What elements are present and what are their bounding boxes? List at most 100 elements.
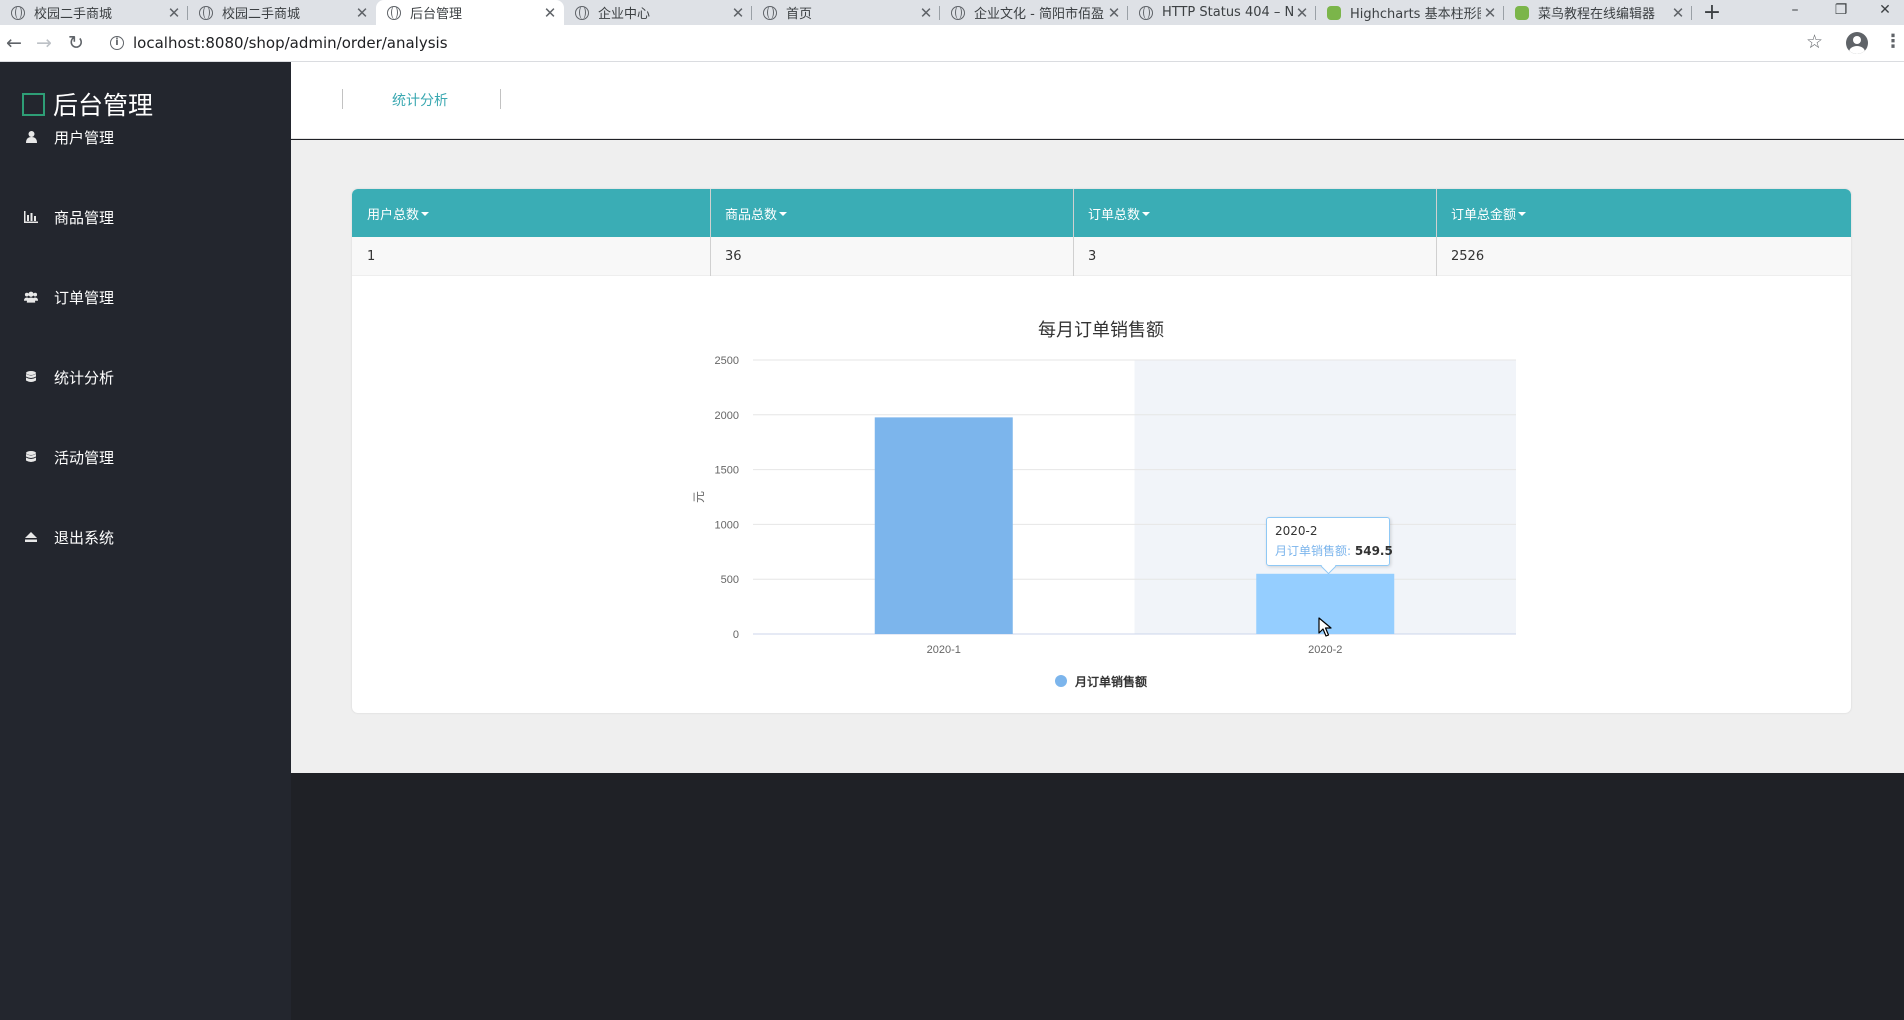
close-icon[interactable]: ✕	[729, 4, 747, 22]
browser-tab[interactable]: 企业中心 ✕	[564, 0, 752, 25]
column-header-label: 用户总数	[367, 207, 420, 223]
browser-tab[interactable]: HTTP Status 404 – No ✕	[1128, 0, 1316, 25]
sidebar-item-users[interactable]: 用户管理	[0, 117, 291, 157]
close-icon[interactable]: ✕	[1293, 4, 1311, 22]
tooltip-series: 月订单销售额	[1275, 544, 1348, 558]
close-icon[interactable]: ✕	[165, 4, 183, 22]
close-icon[interactable]: ✕	[353, 4, 371, 22]
browser-tab[interactable]: 企业文化 - 简阳市佰盈 ✕	[940, 0, 1128, 25]
url-field[interactable]: localhost:8080/shop/admin/order/analysis	[133, 34, 448, 52]
divider	[500, 89, 501, 109]
close-icon[interactable]: ✕	[1669, 4, 1687, 22]
browser-tab[interactable]: 首页 ✕	[752, 0, 940, 25]
globe-icon	[387, 5, 401, 20]
stat-order-count: 3	[1088, 248, 1097, 264]
column-header[interactable]: 用户总数	[352, 189, 710, 237]
close-icon[interactable]: ✕	[1481, 4, 1499, 22]
caret-down-icon	[421, 212, 430, 216]
globe-icon	[199, 5, 213, 20]
globe-icon	[575, 5, 589, 20]
stat-user-count: 1	[367, 248, 376, 264]
caret-down-icon	[779, 212, 788, 216]
tab-title: 校园二手商城	[222, 7, 301, 22]
minimize-icon[interactable]: –	[1772, 0, 1818, 25]
column-divider	[1436, 189, 1437, 276]
bookmark-star-icon[interactable]: ☆	[1806, 31, 1823, 53]
tab-title: Highcharts 基本柱形图	[1350, 7, 1481, 22]
globe-icon	[11, 5, 25, 20]
address-bar: ← → ↻ i localhost:8080/shop/admin/order/…	[0, 25, 1904, 62]
browser-menu-icon[interactable]: ⋮	[1884, 31, 1902, 52]
stat-product-count: 36	[725, 248, 742, 264]
runoob-icon	[1515, 5, 1529, 20]
sidebar-item-label: 统计分析	[54, 368, 115, 387]
chart-tooltip: 2020-2 月订单销售额: 549.5	[1266, 517, 1393, 566]
close-icon[interactable]: ✕	[917, 4, 935, 22]
column-divider	[710, 189, 711, 276]
tab-statistics[interactable]: 统计分析	[392, 90, 448, 110]
caret-down-icon	[1518, 212, 1527, 216]
browser-tab[interactable]: 校园二手商城 ✕	[188, 0, 376, 25]
tooltip-category: 2020-2	[1275, 524, 1318, 538]
column-header[interactable]: 订单总金额	[1436, 189, 1851, 237]
eject-icon	[24, 530, 38, 544]
close-icon[interactable]: ✕	[541, 4, 559, 22]
sidebar-item-label: 用户管理	[54, 128, 115, 147]
top-bar: 统计分析	[291, 62, 1904, 139]
sidebar-item-label: 订单管理	[54, 288, 115, 307]
statistics-card: 用户总数 商品总数 订单总数 订单总金额 1 36 3 2526	[352, 189, 1851, 713]
sidebar: 后台管理 用户管理 商品管理 订单管理 统计分析 活动管理 退出系统	[0, 62, 291, 1020]
column-header-label: 商品总数	[725, 207, 778, 223]
bar-chart-icon	[24, 210, 38, 224]
tab-title: HTTP Status 404 – No	[1162, 5, 1293, 20]
tab-title: 校园二手商城	[34, 7, 113, 22]
globe-icon	[1139, 5, 1153, 20]
close-icon[interactable]: ✕	[1105, 4, 1123, 22]
globe-icon	[763, 5, 777, 20]
sidebar-item-activities[interactable]: 活动管理	[0, 437, 291, 477]
tab-divider	[1691, 6, 1692, 20]
info-icon[interactable]: i	[110, 36, 124, 50]
browser-tab-active[interactable]: 后台管理 ✕	[376, 0, 564, 25]
browser-tab-strip: 校园二手商城 ✕ 校园二手商城 ✕ 后台管理 ✕ 企业中心 ✕ 首页 ✕ 企业文…	[0, 0, 1904, 25]
sidebar-item-label: 商品管理	[54, 208, 115, 227]
tab-title: 企业文化 - 简阳市佰盈	[974, 7, 1104, 22]
sidebar-item-products[interactable]: 商品管理	[0, 197, 291, 237]
caret-down-icon	[1142, 212, 1151, 216]
browser-tab[interactable]: 菜鸟教程在线编辑器 ✕	[1504, 0, 1692, 25]
column-header[interactable]: 商品总数	[710, 189, 1073, 237]
divider	[342, 89, 343, 109]
restore-icon[interactable]: ❐	[1818, 0, 1864, 25]
tab-title: 企业中心	[598, 7, 651, 22]
column-header[interactable]: 订单总数	[1073, 189, 1436, 237]
sidebar-item-label: 活动管理	[54, 448, 115, 467]
users-icon	[24, 290, 38, 304]
sidebar-item-logout[interactable]: 退出系统	[0, 517, 291, 557]
tab-title: 后台管理	[410, 7, 463, 22]
sidebar-item-orders[interactable]: 订单管理	[0, 277, 291, 317]
runoob-icon	[1327, 5, 1341, 20]
column-header-label: 订单总金额	[1451, 207, 1517, 223]
profile-icon[interactable]	[1846, 32, 1868, 54]
back-icon[interactable]: ←	[2, 31, 26, 55]
brand-square-icon	[22, 92, 45, 116]
browser-tab[interactable]: 校园二手商城 ✕	[0, 0, 188, 25]
mouse-cursor-icon	[1318, 617, 1332, 637]
column-divider	[1073, 189, 1074, 276]
user-icon	[24, 130, 38, 144]
tooltip-separator: :	[1347, 544, 1355, 558]
column-header-label: 订单总数	[1088, 207, 1141, 223]
stats-header-row: 用户总数 商品总数 订单总数 订单总金额	[352, 189, 1851, 237]
browser-tab[interactable]: Highcharts 基本柱形图 ✕	[1316, 0, 1504, 25]
tab-title: 首页	[786, 7, 813, 22]
database-icon	[24, 370, 38, 384]
globe-icon	[951, 5, 965, 20]
stat-order-amount: 2526	[1451, 248, 1485, 264]
tooltip-value: 549.5	[1354, 544, 1393, 558]
new-tab-icon[interactable]: +	[1700, 0, 1724, 25]
sidebar-item-statistics[interactable]: 统计分析	[0, 357, 291, 397]
forward-icon[interactable]: →	[32, 31, 56, 55]
window-close-icon[interactable]: ✕	[1862, 0, 1904, 25]
stats-value-row: 1 36 3 2526	[352, 237, 1851, 276]
reload-icon[interactable]: ↻	[64, 31, 88, 55]
